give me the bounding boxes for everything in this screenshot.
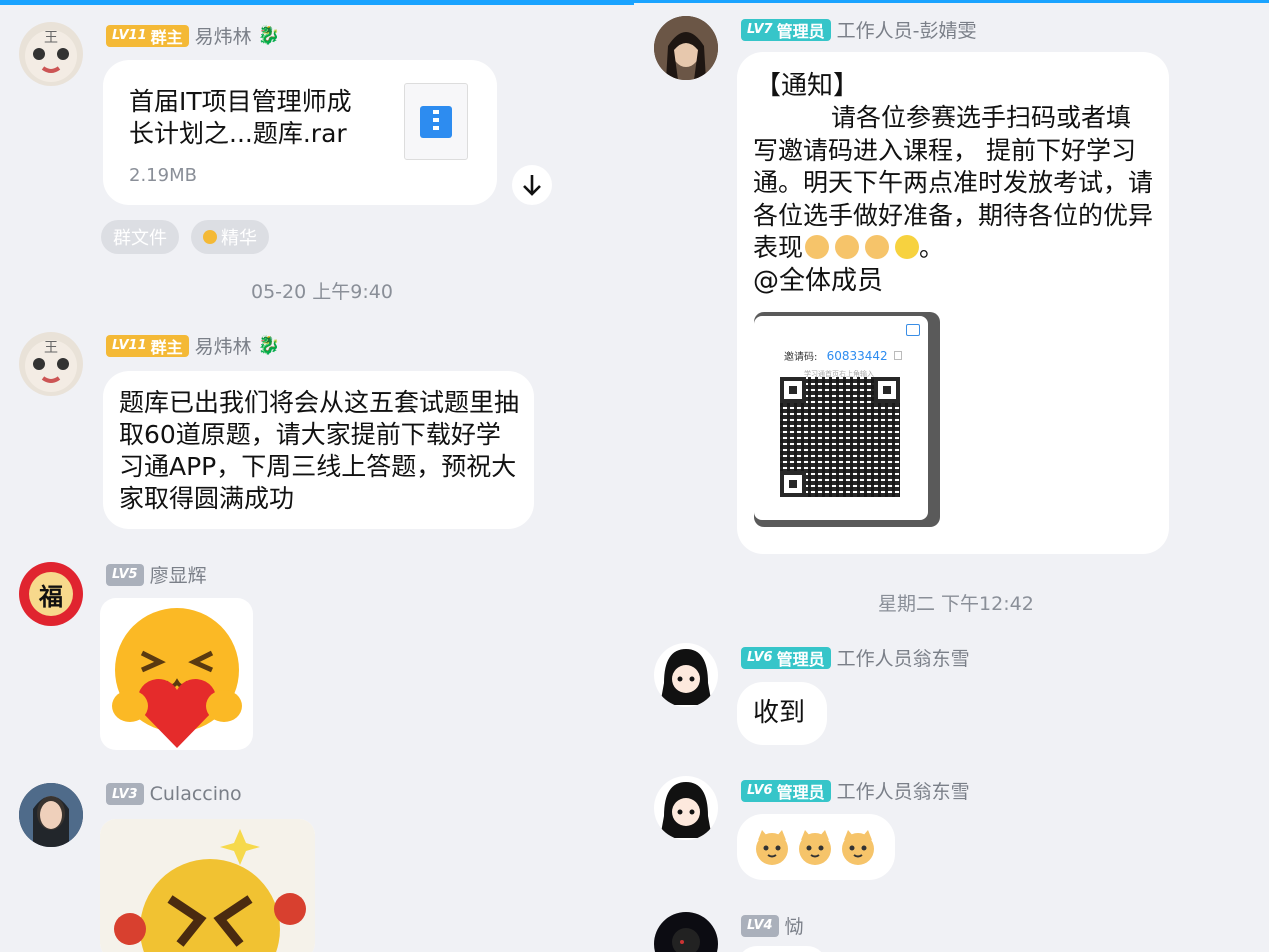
avatar[interactable] bbox=[654, 912, 718, 952]
file-name: 首届IT项目管理师成 长计划之...题库.rar bbox=[129, 87, 352, 148]
sender-name: 恸 bbox=[784, 916, 804, 938]
avatar[interactable]: 王 bbox=[19, 332, 83, 396]
sender-meta: LV7 管理员 工作人员-彭婧雯 bbox=[741, 16, 976, 43]
cat-emoji-icon bbox=[835, 235, 860, 259]
qr-code bbox=[780, 377, 900, 497]
level-badge: LV6 管理员 bbox=[741, 779, 831, 802]
left-chat-pane[interactable]: 王 LV11 群主 易炜林 🐉 首届IT项目管理师成 长计划之...题库.rar… bbox=[0, 0, 634, 952]
message-text: 收到 bbox=[753, 698, 806, 728]
level-badge: LV4 bbox=[741, 914, 779, 937]
text-bubble[interactable] bbox=[737, 946, 827, 952]
level-badge: LV3 bbox=[106, 783, 144, 805]
party-emoji-icon bbox=[895, 235, 920, 259]
cat-emoji-icon bbox=[805, 235, 830, 259]
emoji-bubble[interactable] bbox=[737, 814, 895, 880]
invite-qr-card[interactable]: 邀请码: 60833442 学习通首页右上角输入 bbox=[754, 312, 940, 527]
sender-name: 工作人员翁东雪 bbox=[836, 648, 970, 670]
notice-bubble[interactable]: 【通知】 请各位参赛选手扫码或者填写邀请码进入课程， 提前下好学习通。明天下午两… bbox=[737, 52, 1169, 554]
star-icon bbox=[203, 230, 217, 244]
level-badge: LV7 管理员 bbox=[741, 18, 831, 41]
sender-name: Culaccino bbox=[149, 783, 242, 805]
flower-face-emoji-sticker[interactable] bbox=[100, 819, 315, 952]
level-badge: LV6 管理员 bbox=[741, 646, 831, 669]
sender-meta: LV6 管理员 工作人员翁东雪 bbox=[741, 644, 970, 671]
avatar[interactable] bbox=[654, 776, 718, 840]
level-badge: LV11 群主 bbox=[106, 24, 189, 47]
zip-file-icon bbox=[404, 83, 468, 160]
notice-title: 【通知】 bbox=[755, 71, 860, 101]
fu-icon: 福 bbox=[29, 572, 73, 616]
copy-icon[interactable] bbox=[893, 351, 902, 360]
avatar[interactable] bbox=[654, 16, 718, 80]
level-badge: LV11 群主 bbox=[106, 334, 189, 357]
sender-name: 易炜林 bbox=[194, 26, 252, 48]
sender-meta: LV6 管理员 工作人员翁东雪 bbox=[741, 777, 970, 804]
svg-text:王: 王 bbox=[44, 30, 58, 46]
avatar[interactable]: 王 bbox=[19, 22, 83, 86]
cat-emoji-icon bbox=[842, 830, 874, 865]
avatar[interactable] bbox=[654, 643, 718, 707]
dragon-icon: 🐉 bbox=[257, 335, 281, 356]
sender-name: 工作人员翁东雪 bbox=[836, 781, 970, 803]
notice-body: 请各位参赛选手扫码或者填写邀请码进入课程， 提前下好学习通。明天下午两点准时发放… bbox=[753, 103, 1154, 262]
tag-featured[interactable]: 精华 bbox=[191, 220, 269, 254]
sender-meta: LV5 廖显辉 bbox=[106, 561, 207, 588]
cat-emoji-icon bbox=[756, 830, 788, 865]
right-chat-pane[interactable]: LV7 管理员 工作人员-彭婧雯 【通知】 请各位参赛选手扫码或者填写邀请码进入… bbox=[634, 0, 1269, 952]
text-bubble[interactable]: 收到 bbox=[737, 682, 827, 745]
sender-meta: LV3 Culaccino bbox=[106, 783, 242, 805]
download-arrow-icon bbox=[523, 175, 541, 196]
file-size: 2.19MB bbox=[129, 165, 197, 186]
level-badge: LV5 bbox=[106, 563, 144, 586]
share-icon[interactable] bbox=[906, 324, 920, 336]
timestamp: 05-20 上午9:40 bbox=[251, 281, 393, 303]
avatar[interactable] bbox=[19, 783, 83, 847]
sender-meta: LV11 群主 易炜林 🐉 bbox=[106, 332, 280, 359]
message-text: 题库已出我们将会从这五套试题里抽取60道原题，请大家提前下载好学习通APP，下周… bbox=[119, 388, 520, 513]
text-bubble[interactable]: 题库已出我们将会从这五套试题里抽取60道原题，请大家提前下载好学习通APP，下周… bbox=[103, 371, 534, 529]
file-bubble[interactable]: 首届IT项目管理师成 长计划之...题库.rar 2.19MB bbox=[103, 60, 497, 205]
mention[interactable]: @全体成员 bbox=[753, 265, 883, 297]
svg-text:王: 王 bbox=[44, 340, 58, 356]
sender-name: 易炜林 bbox=[194, 336, 252, 358]
download-button[interactable] bbox=[512, 165, 552, 205]
dragon-icon: 🐉 bbox=[257, 25, 281, 46]
sender-name: 工作人员-彭婧雯 bbox=[836, 20, 977, 42]
cat-emoji-icon bbox=[865, 235, 890, 259]
tag-group-files[interactable]: 群文件 bbox=[101, 220, 179, 254]
sender-name: 廖显辉 bbox=[149, 565, 207, 587]
cat-emoji-icon bbox=[799, 830, 831, 865]
heart-hug-emoji-sticker[interactable] bbox=[100, 598, 253, 750]
avatar[interactable]: 福 bbox=[19, 562, 83, 626]
timestamp: 星期二 下午12:42 bbox=[878, 593, 1034, 615]
sender-meta: LV4 恸 bbox=[741, 912, 804, 939]
sender-meta: LV11 群主 易炜林 🐉 bbox=[106, 22, 280, 49]
